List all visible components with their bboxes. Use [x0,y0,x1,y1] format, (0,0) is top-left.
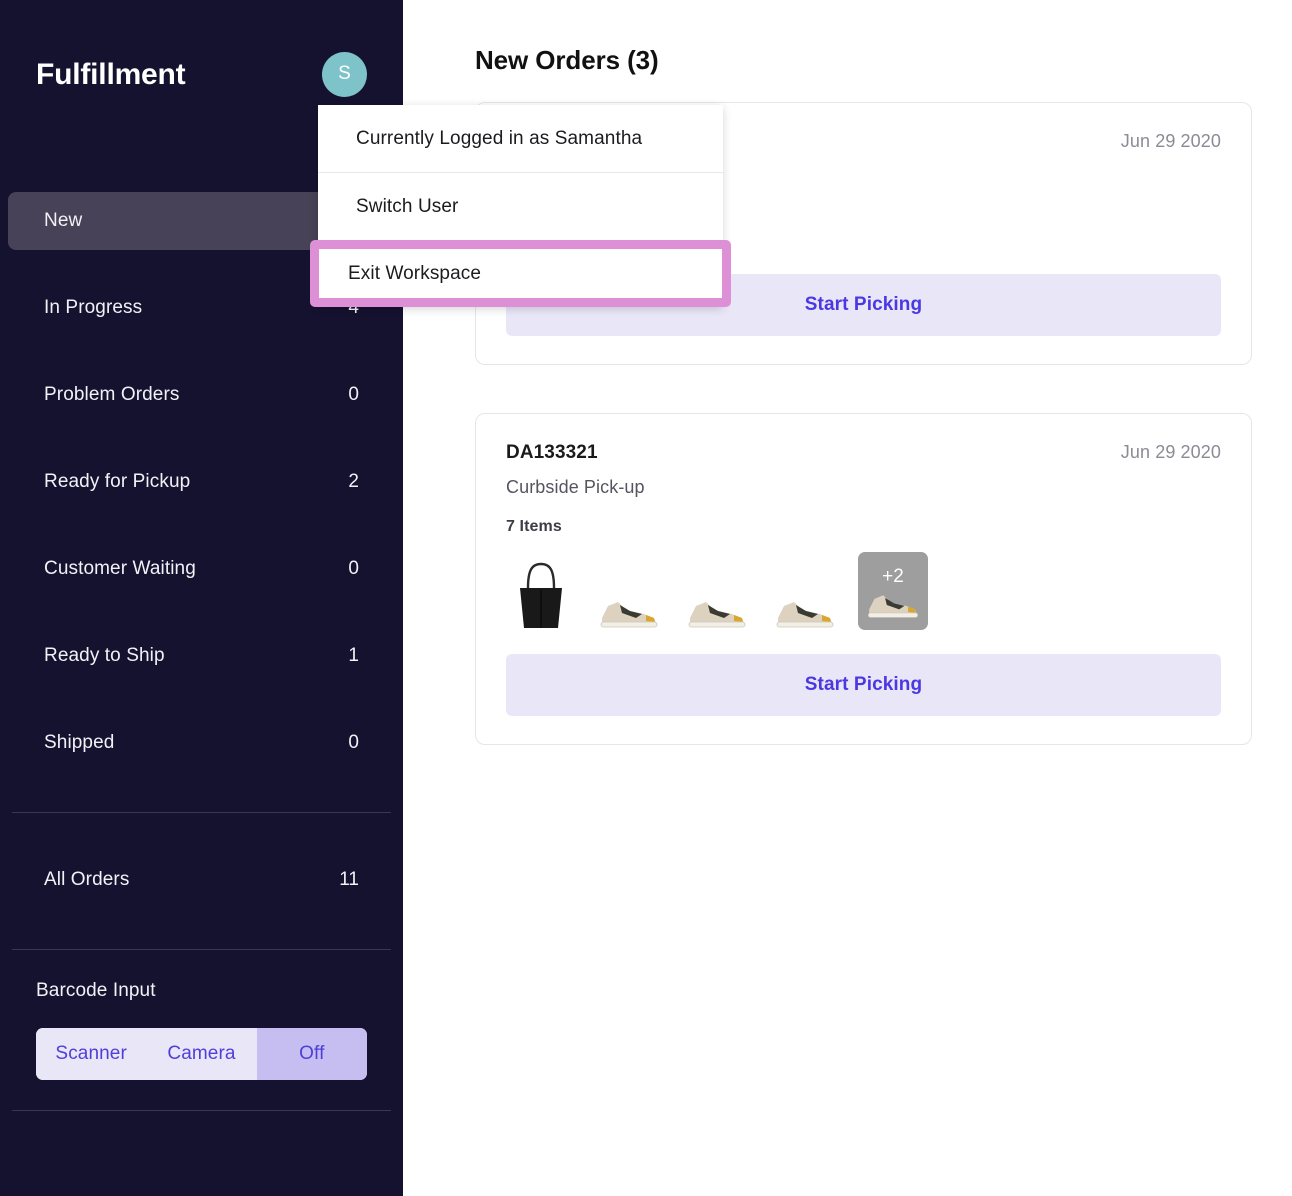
barcode-input-group: Barcode Input Scanner Camera Off [0,980,403,1080]
sidebar-item-count: 2 [348,471,359,492]
more-items-thumbnail[interactable]: +2 [858,552,928,630]
avatar-initial: S [338,63,351,84]
barcode-option-off[interactable]: Off [256,1028,367,1080]
sidebar-header: Fulfillment S [0,0,403,104]
app-root: Fulfillment S New In Progress 4 Problem … [0,0,1292,1196]
sidebar-item-all-orders[interactable]: All Orders 11 [8,851,395,909]
sidebar-divider-3 [12,1110,391,1111]
sidebar-item-count: 0 [348,384,359,405]
order-thumbnails: +2 [506,552,1221,630]
sidebar-divider-1 [12,812,391,813]
sidebar-item-label: All Orders [44,869,130,890]
order-items-count: 7 Items [506,518,562,535]
sneaker-icon [594,552,664,630]
sidebar-item-label: Ready for Pickup [44,471,191,492]
order-date: Jun 29 2020 [1120,442,1221,462]
app-title: Fulfillment [36,57,186,91]
sidebar-item-label: In Progress [44,297,143,318]
sidebar-item-label: Problem Orders [44,384,180,405]
sidebar-item-label: Shipped [44,732,115,753]
sidebar-item-count: 0 [348,558,359,579]
sidebar-item-ready-to-ship[interactable]: Ready to Ship 1 [8,627,395,685]
start-picking-button[interactable]: Start Picking [506,654,1221,716]
user-menu-dropdown: Currently Logged in as Samantha Switch U… [310,105,731,307]
sidebar-item-customer-waiting[interactable]: Customer Waiting 0 [8,540,395,598]
user-menu-switch-user[interactable]: Switch User [318,173,723,240]
sidebar-item-count: 0 [348,732,359,753]
sidebar-item-label: New [44,210,83,231]
order-date: Jun 29 2020 [1120,131,1221,151]
barcode-option-camera[interactable]: Camera [146,1028,257,1080]
sidebar-item-label: Ready to Ship [44,645,165,666]
user-menu-logged-in-label: Currently Logged in as Samantha [318,105,723,172]
order-id: DA133321 [506,442,598,463]
sidebar-divider-2 [12,949,391,950]
sidebar-item-count: 1 [348,645,359,666]
more-items-count: +2 [882,566,904,587]
order-card-header: DA133321 Curbside Pick-up Jun 29 2020 [506,442,1221,498]
sidebar-item-count: 11 [339,869,359,890]
sidebar-item-shipped[interactable]: Shipped 0 [8,714,395,772]
sidebar-item-label: Customer Waiting [44,558,196,579]
sneaker-icon [682,552,752,630]
sidebar-item-problem-orders[interactable]: Problem Orders 0 [8,366,395,424]
sidebar-item-ready-for-pickup[interactable]: Ready for Pickup 2 [8,453,395,511]
handbag-icon [506,552,576,630]
page-title: New Orders (3) [475,45,659,75]
avatar[interactable]: S [322,51,367,97]
sidebar-all-orders-group: All Orders 11 [0,851,403,909]
sneaker-icon [770,552,840,630]
order-type: Curbside Pick-up [506,477,645,497]
sneaker-icon [867,595,919,618]
barcode-input-segmented-control: Scanner Camera Off [36,1028,367,1080]
order-card[interactable]: DA133321 Curbside Pick-up Jun 29 2020 7 … [475,413,1252,745]
barcode-input-label: Barcode Input [36,980,156,1001]
barcode-option-scanner[interactable]: Scanner [36,1028,147,1080]
user-menu-exit-workspace[interactable]: Exit Workspace [310,240,731,307]
